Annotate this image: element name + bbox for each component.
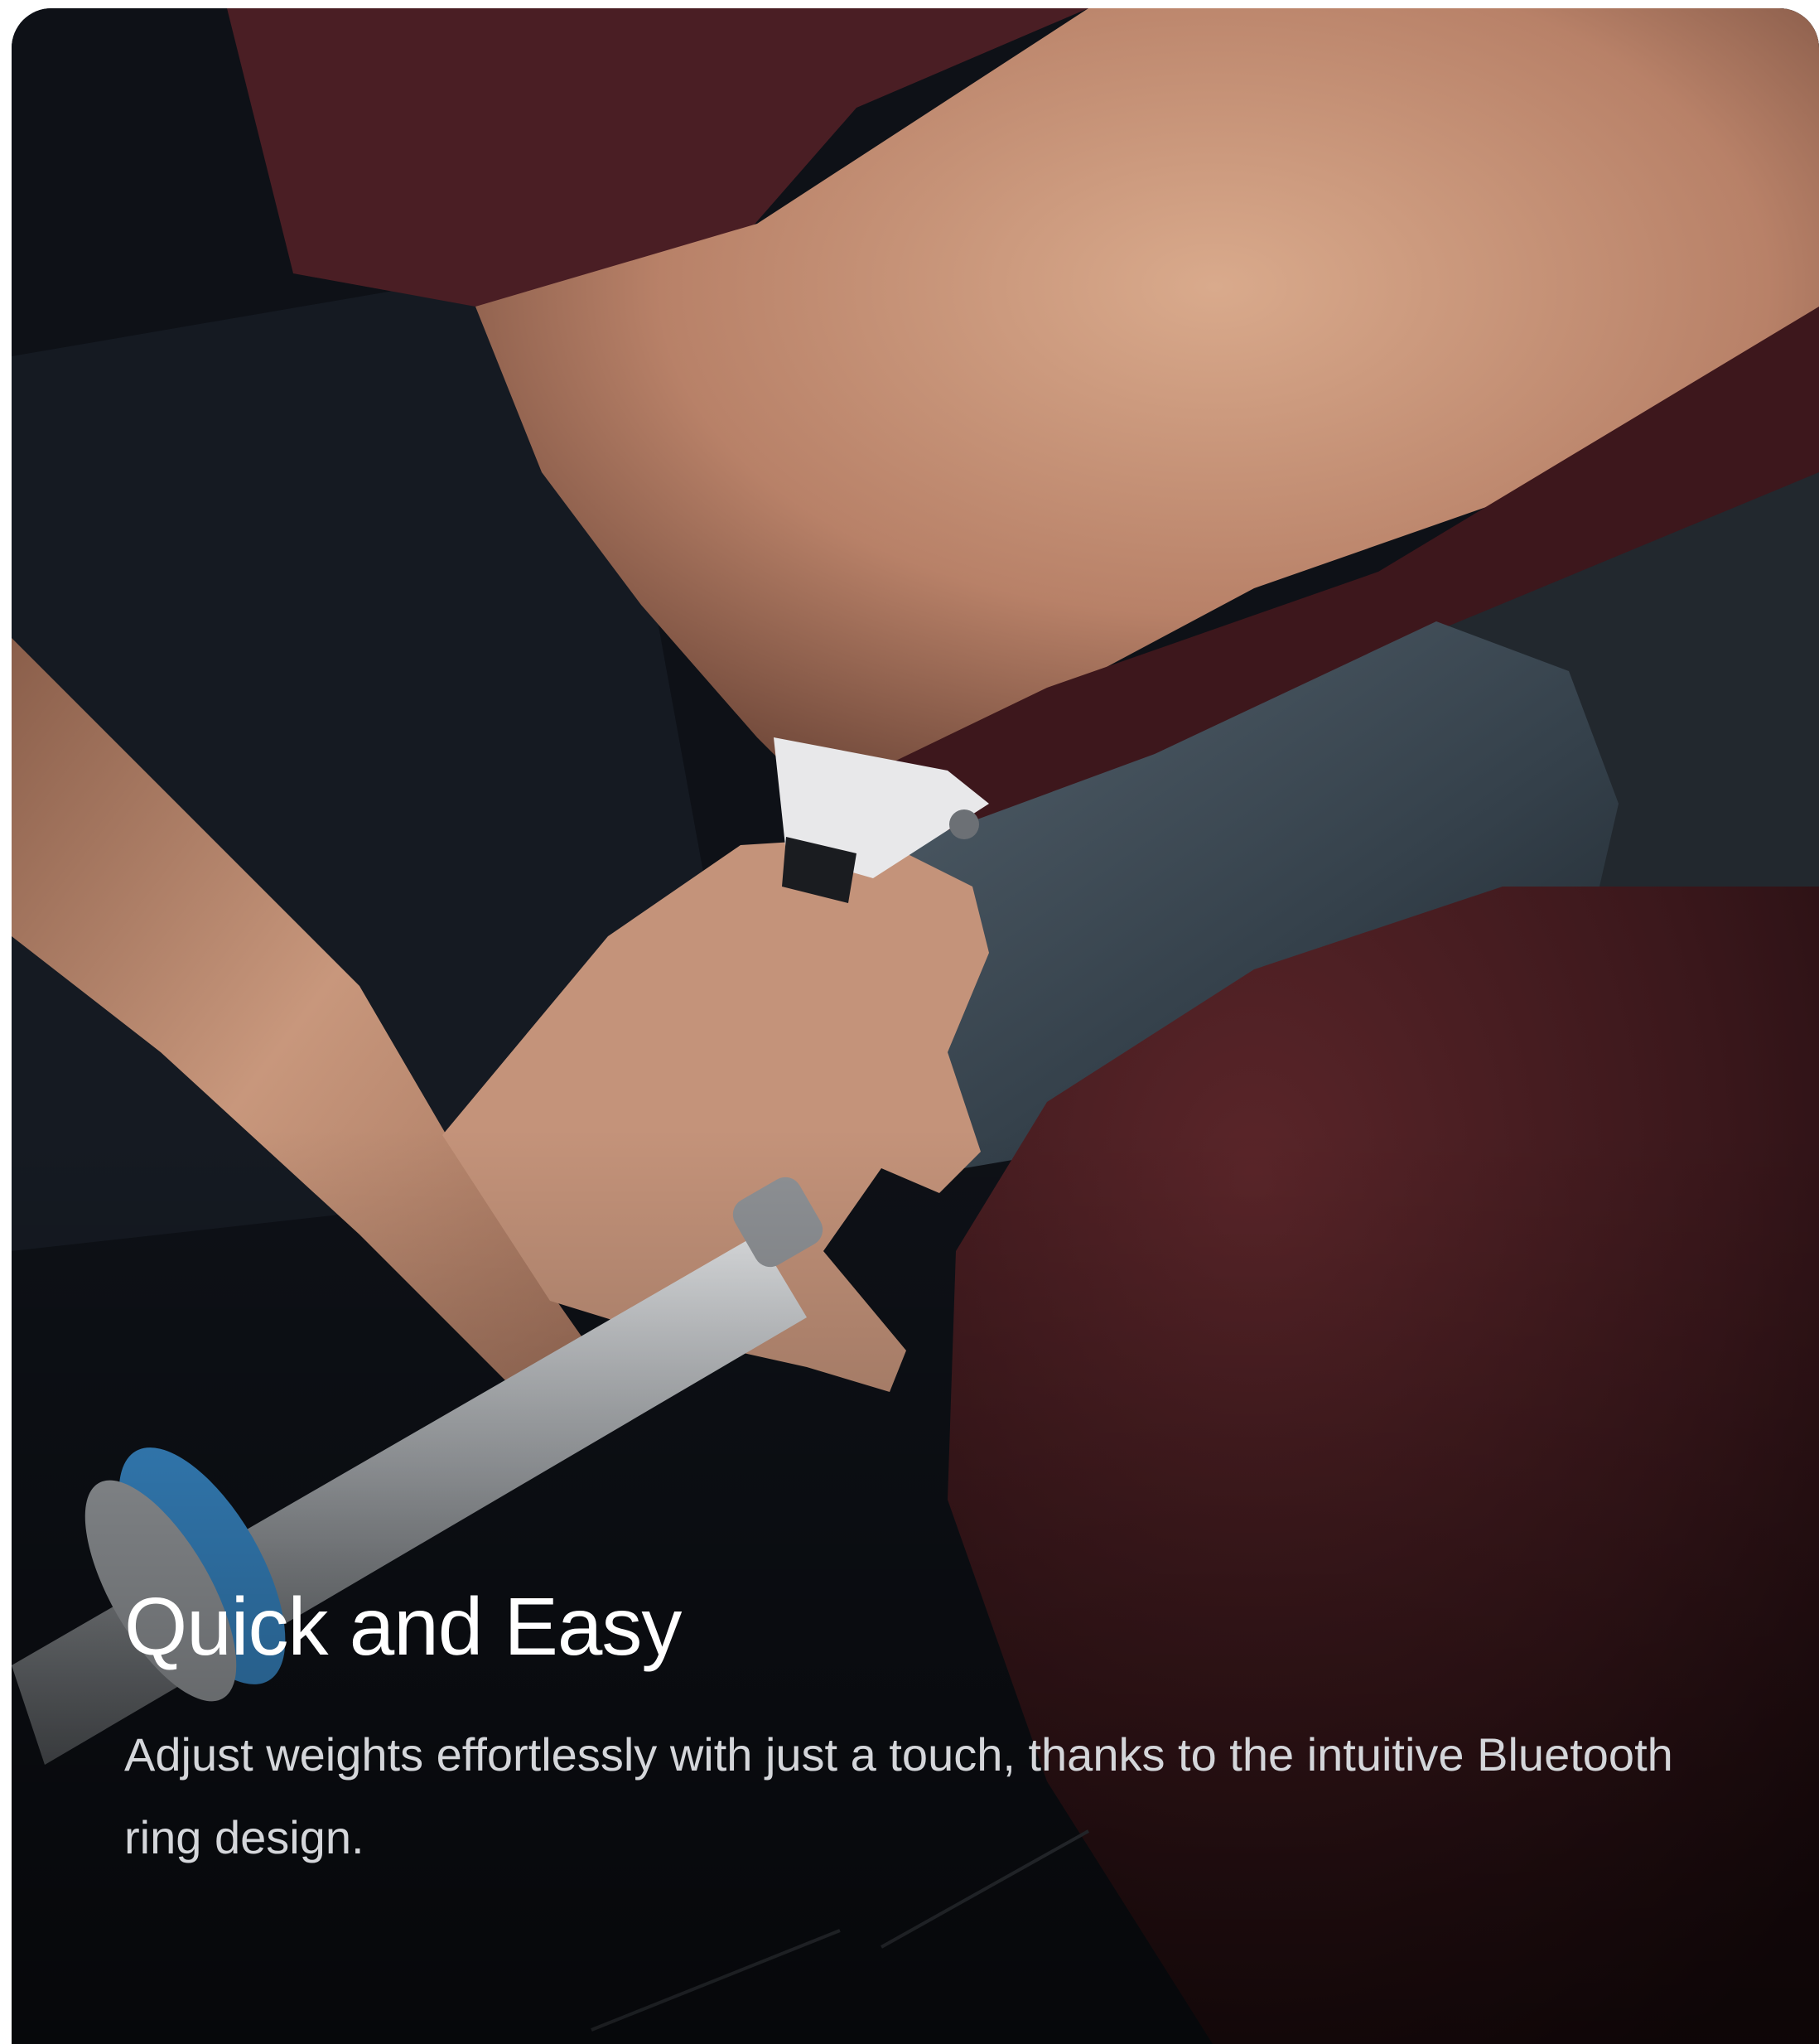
hero-title: Quick and Easy [124,1581,682,1672]
hero-caption: Quick and Easy Adjust weights effortless… [124,1581,1748,1879]
hero-card: Quick and Easy Adjust weights effortless… [12,8,1819,2044]
hero-description: Adjust weights effortlessly with just a … [124,1727,1673,1863]
